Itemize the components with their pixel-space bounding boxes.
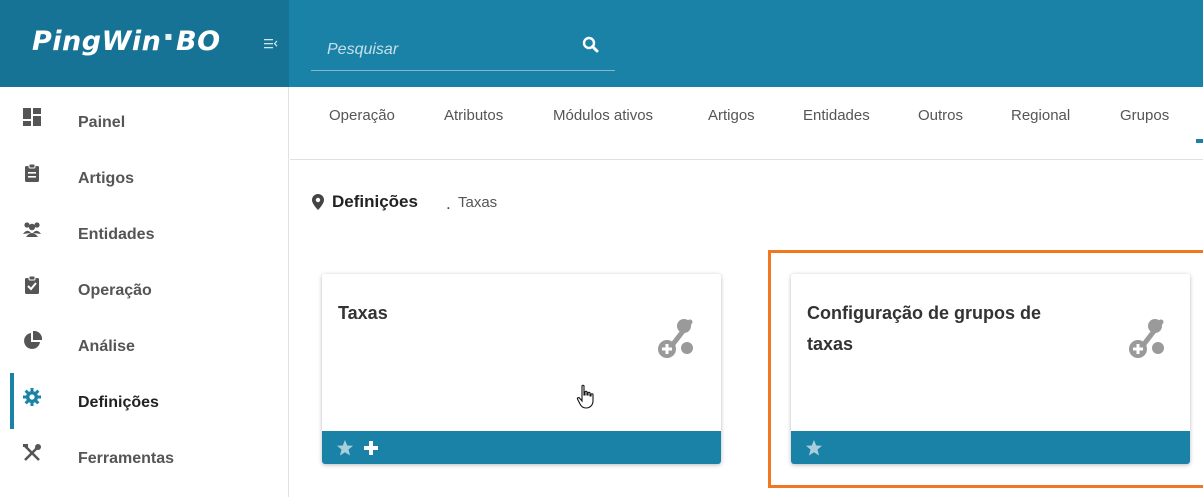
logo-separator-icon: ▪ [164, 29, 173, 43]
search-input[interactable] [327, 39, 567, 61]
tab-active-indicator [1196, 139, 1203, 143]
card-title: Taxas [338, 303, 388, 323]
active-indicator [10, 373, 14, 429]
tab-modulos-ativos[interactable]: Módulos ativos [553, 107, 653, 124]
tab-atributos[interactable]: Atributos [444, 107, 503, 124]
highlight-annotation [768, 250, 1203, 488]
breadcrumb-separator: . [446, 194, 451, 213]
sidebar-item-label: Artigos [78, 170, 134, 187]
tab-entidades[interactable]: Entidades [803, 107, 870, 124]
location-pin-icon [312, 194, 324, 210]
sidebar-item-entidades[interactable]: Entidades [0, 205, 288, 261]
users-icon [23, 222, 41, 237]
search-box [311, 27, 615, 71]
plus-icon[interactable] [362, 439, 380, 457]
sidebar-item-label: Painel [78, 114, 126, 131]
sidebar-item-analise[interactable]: Análise [0, 317, 288, 373]
tab-grupos[interactable]: Grupos [1120, 107, 1169, 124]
sidebar-item-label: Definições [78, 394, 159, 411]
star-icon[interactable] [336, 439, 354, 457]
card-taxas[interactable]: Taxas [322, 274, 721, 464]
tab-artigos[interactable]: Artigos [708, 107, 755, 124]
sidebar-item-definicoes[interactable]: Definições [0, 373, 288, 429]
tools-icon [23, 444, 41, 461]
clipboard-check-icon [25, 275, 39, 294]
sidebar-collapse-icon[interactable] [264, 38, 278, 50]
sidebar: Painel Artigos Entidades Operação Anális… [0, 87, 289, 497]
logo-text-right: BO [176, 26, 221, 57]
card-footer [322, 431, 721, 464]
hand-cursor-icon [576, 384, 594, 409]
logo-text-left: PingWin [32, 26, 162, 57]
sidebar-item-ferramentas[interactable]: Ferramentas [0, 429, 288, 485]
sidebar-item-operacao[interactable]: Operação [0, 261, 288, 317]
dashboard-icon [23, 108, 41, 126]
sidebar-item-label: Ferramentas [78, 450, 175, 467]
top-header: PingWin ▪ BO [0, 0, 1203, 87]
logo-area: PingWin ▪ BO [0, 0, 289, 87]
tab-bar: Operação Atributos Módulos ativos Artigo… [290, 87, 1203, 160]
clipboard-icon [25, 163, 39, 182]
sidebar-item-label: Análise [78, 338, 135, 355]
search-icon[interactable] [581, 35, 601, 55]
sidebar-item-painel[interactable]: Painel [0, 93, 288, 149]
app-logo[interactable]: PingWin ▪ BO [32, 26, 221, 57]
pie-chart-icon [24, 331, 42, 349]
tab-regional[interactable]: Regional [1011, 107, 1070, 124]
breadcrumb-main[interactable]: Definições [332, 192, 418, 212]
percent-add-icon [658, 319, 693, 358]
tab-outros[interactable]: Outros [918, 107, 963, 124]
sidebar-item-label: Operação [78, 282, 152, 299]
tab-operacao[interactable]: Operação [329, 107, 395, 124]
sidebar-item-artigos[interactable]: Artigos [0, 149, 288, 205]
sidebar-item-label: Entidades [78, 226, 155, 243]
gear-icon [23, 388, 41, 406]
breadcrumb-current: Taxas [458, 194, 498, 211]
